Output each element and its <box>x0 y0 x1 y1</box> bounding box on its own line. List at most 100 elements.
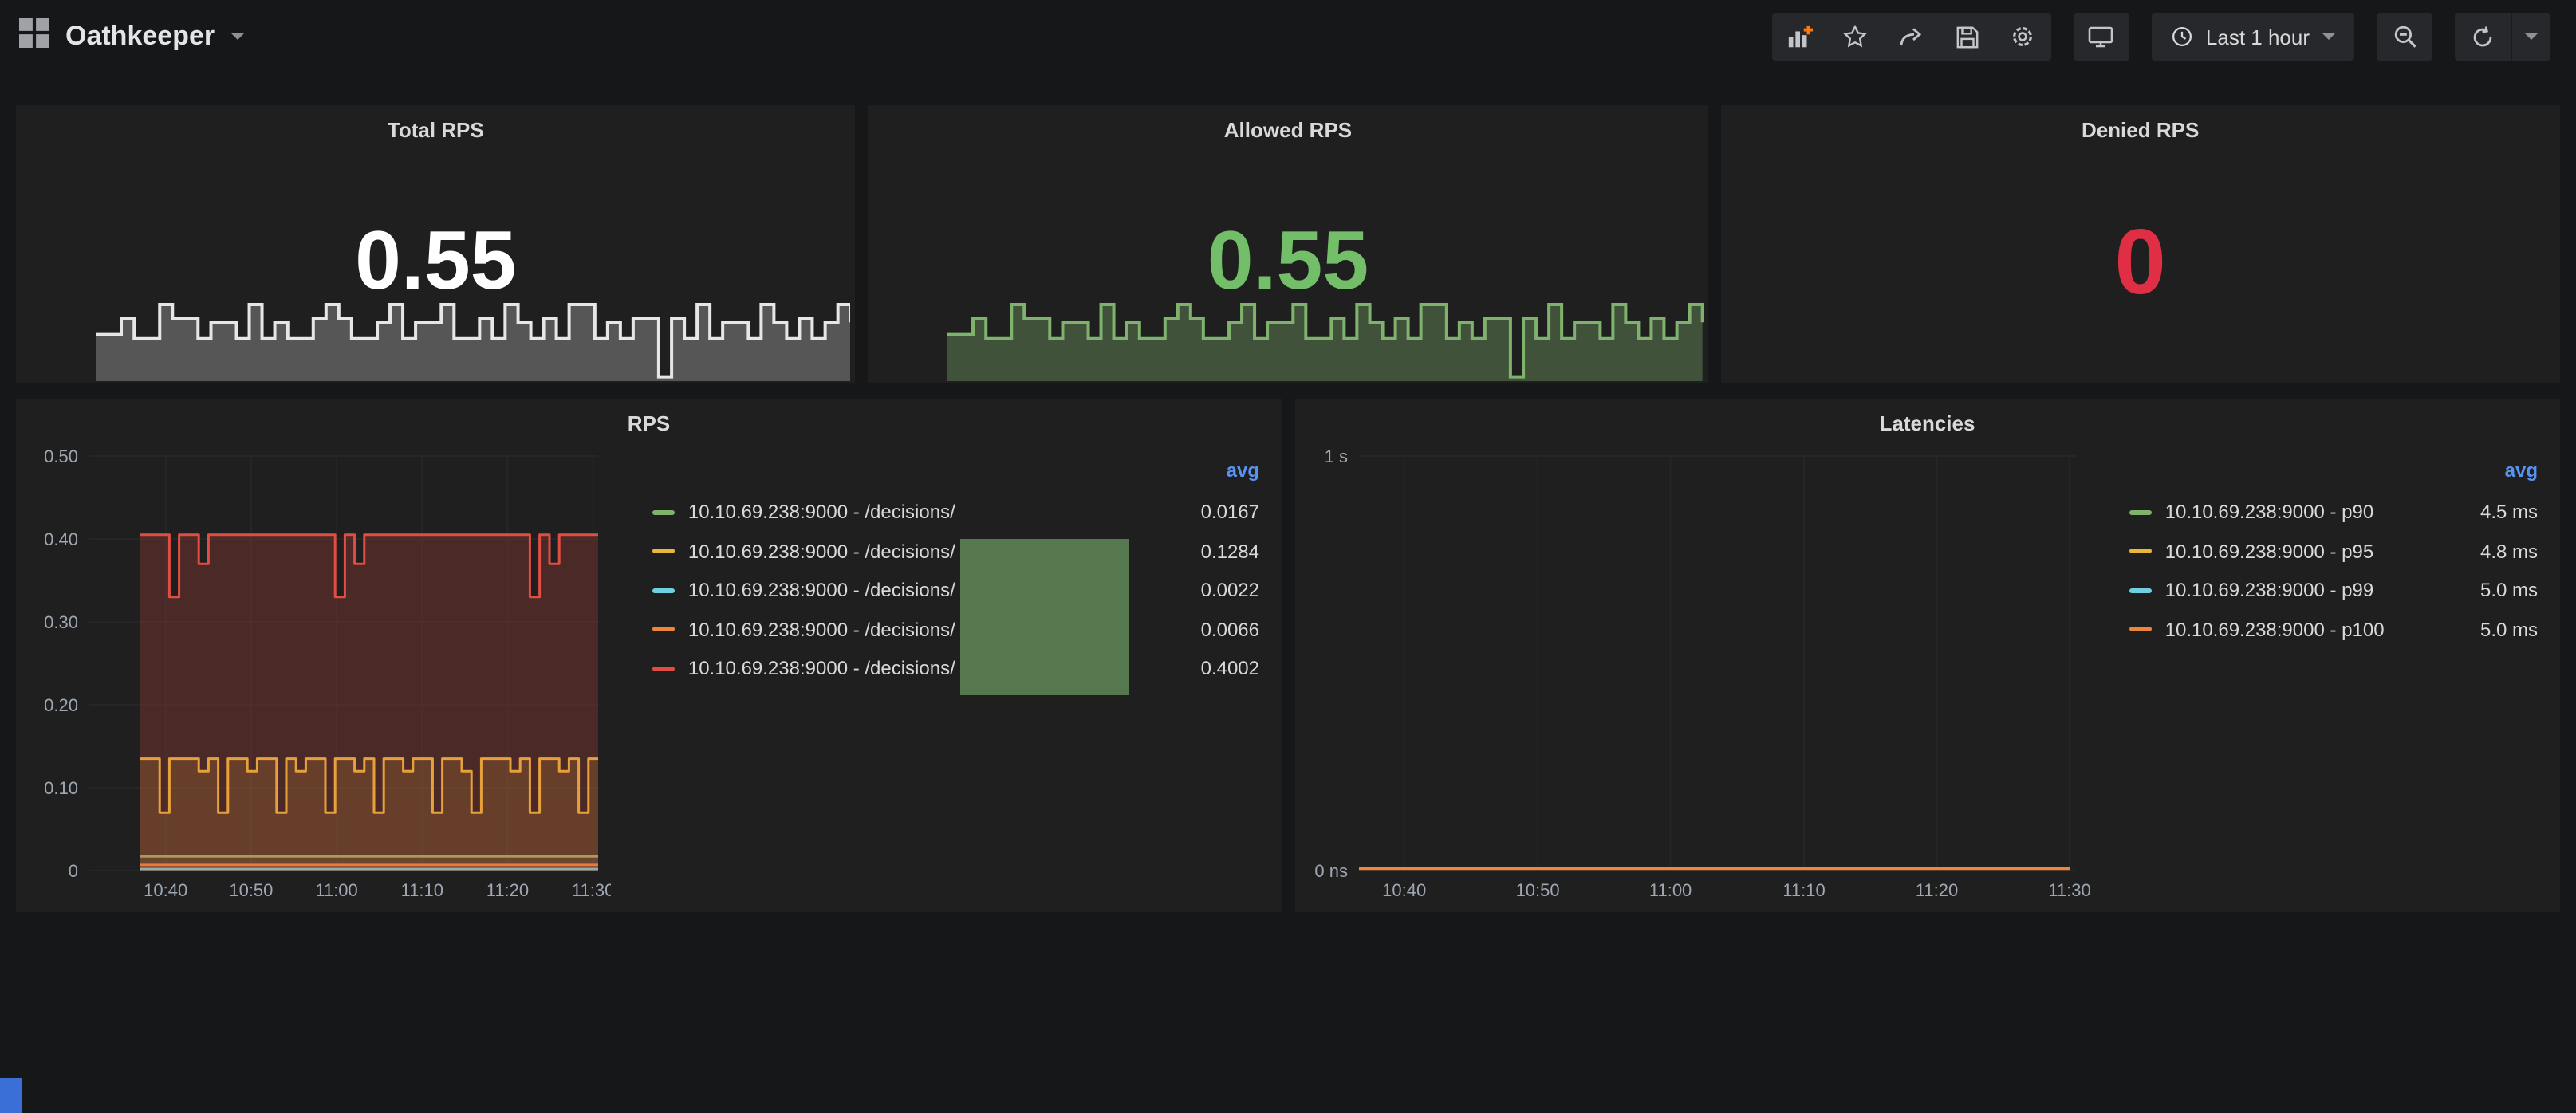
svg-text:11:30: 11:30 <box>2047 880 2089 900</box>
series-name[interactable]: 10.10.69.238:9000 - p100 <box>2165 619 2436 641</box>
svg-text:0.40: 0.40 <box>44 529 78 549</box>
legend-avg-header[interactable]: avg <box>653 459 1262 493</box>
add-panel-button[interactable] <box>1772 13 1828 61</box>
legend-row: 10.10.69.238:9000 - p1005.0 ms <box>2130 610 2541 649</box>
panel-allowed-rps: Allowed RPS 0.55 <box>869 105 1708 383</box>
time-picker-group: Last 1 hour <box>2152 13 2354 61</box>
panel-title[interactable]: RPS <box>16 411 1282 435</box>
series-color-swatch-icon[interactable] <box>653 667 676 671</box>
svg-text:0 ns: 0 ns <box>1314 861 1347 881</box>
add-panel-icon <box>1786 23 1814 50</box>
panel-title[interactable]: Denied RPS <box>1720 118 2560 142</box>
legend-row: 10.10.69.238:9000 - /decisions/0.0022 <box>653 571 1262 610</box>
grafana-dashboard: Oathkeeper <box>0 0 2576 1113</box>
svg-text:0: 0 <box>69 861 78 881</box>
panel-title[interactable]: Total RPS <box>16 118 856 142</box>
rps-chart-plot[interactable]: 0 0.10 0.20 0.30 0.40 0.50 10:40 10:50 11:00 11:1… <box>29 443 612 906</box>
series-avg-value: 0.0022 <box>1157 580 1262 602</box>
svg-text:11:30: 11:30 <box>572 880 611 900</box>
share-icon <box>1899 24 1924 49</box>
zoom-out-group <box>2377 13 2432 61</box>
panel-latencies: Latencies 0 ns1 s10:4010:5011:0011:1011:… <box>1294 399 2560 912</box>
tv-mode-button[interactable] <box>2074 13 2129 61</box>
allowed-rps-value: 0.55 <box>869 220 1708 303</box>
tv-mode-group <box>2074 13 2129 61</box>
series-color-swatch-icon[interactable] <box>653 510 676 515</box>
svg-text:0.10: 0.10 <box>44 778 78 798</box>
refresh-button[interactable] <box>2455 13 2511 61</box>
legend-row: 10.10.69.238:9000 - /decisions/0.0167 <box>653 493 1262 532</box>
series-avg-value: 0.4002 <box>1157 658 1262 680</box>
series-color-swatch-icon[interactable] <box>2130 549 2153 554</box>
svg-text:11:00: 11:00 <box>1648 880 1691 900</box>
panel-title[interactable]: Latencies <box>1294 411 2560 435</box>
refresh-group <box>2455 13 2550 61</box>
dashboard-actions-group <box>1772 13 2051 61</box>
panel-title[interactable]: Allowed RPS <box>869 118 1708 142</box>
monitor-icon <box>2089 24 2114 49</box>
series-color-swatch-icon[interactable] <box>653 627 676 632</box>
refresh-caret-down-icon <box>2525 33 2538 40</box>
apps-grid-icon[interactable] <box>19 18 49 56</box>
series-avg-value: 0.0066 <box>1157 619 1262 641</box>
legend-row: 10.10.69.238:9000 - p995.0 ms <box>2130 571 2541 610</box>
series-name[interactable]: 10.10.69.238:9000 - p95 <box>2165 541 2436 563</box>
top-navbar: Oathkeeper <box>0 0 2576 73</box>
svg-text:11:20: 11:20 <box>1915 880 1957 900</box>
legend-row: 10.10.69.238:9000 - p904.5 ms <box>2130 493 2541 532</box>
svg-text:10:50: 10:50 <box>1515 880 1559 900</box>
legend-row: 10.10.69.238:9000 - p954.8 ms <box>2130 532 2541 571</box>
svg-text:0.50: 0.50 <box>44 446 78 466</box>
svg-text:11:10: 11:10 <box>1782 880 1824 900</box>
refresh-interval-button[interactable] <box>2512 13 2550 61</box>
svg-text:11:00: 11:00 <box>315 880 357 900</box>
series-avg-value: 5.0 ms <box>2436 580 2541 602</box>
series-avg-value: 4.8 ms <box>2436 541 2541 563</box>
dashboard-title[interactable]: Oathkeeper <box>65 21 215 53</box>
settings-button[interactable] <box>1995 13 2051 61</box>
latencies-legend: avg10.10.69.238:9000 - p904.5 ms10.10.69… <box>2089 443 2547 906</box>
share-button[interactable] <box>1884 13 1940 61</box>
series-color-swatch-icon[interactable] <box>2130 510 2153 515</box>
series-avg-value: 0.1284 <box>1157 541 1262 563</box>
clock-icon <box>2171 26 2193 48</box>
legend-avg-header[interactable]: avg <box>2130 459 2541 493</box>
refresh-icon <box>2471 25 2495 49</box>
zoom-out-button[interactable] <box>2377 13 2432 61</box>
bottom-left-blue-accent <box>0 1078 22 1113</box>
panel-denied-rps: Denied RPS 0 <box>1720 105 2560 383</box>
series-color-swatch-icon[interactable] <box>2130 588 2153 593</box>
series-name[interactable]: 10.10.69.238:9000 - /decisions/ <box>688 501 1157 524</box>
svg-text:11:10: 11:10 <box>401 880 443 900</box>
green-overlay-box <box>960 539 1129 695</box>
series-avg-value: 0.0167 <box>1157 501 1262 524</box>
latencies-chart-plot[interactable]: 0 ns1 s10:4010:5011:0011:1011:2011:30 <box>1307 443 2089 906</box>
series-color-swatch-icon[interactable] <box>653 588 676 593</box>
time-range-button[interactable]: Last 1 hour <box>2152 13 2354 61</box>
save-button[interactable] <box>1940 13 1995 61</box>
rps-legend: avg10.10.69.238:9000 - /decisions/0.0167… <box>612 443 1269 906</box>
series-name[interactable]: 10.10.69.238:9000 - p90 <box>2165 501 2436 524</box>
zoom-out-icon <box>2392 24 2417 49</box>
legend-row: 10.10.69.238:9000 - /decisions/0.1284 <box>653 532 1262 571</box>
star-button[interactable] <box>1828 13 1884 61</box>
gear-icon <box>2011 24 2036 49</box>
time-range-caret-down-icon <box>2322 33 2335 40</box>
star-icon <box>1843 24 1869 49</box>
svg-text:1 s: 1 s <box>1324 446 1347 466</box>
svg-text:0.30: 0.30 <box>44 612 78 632</box>
series-avg-value: 5.0 ms <box>2436 619 2541 641</box>
svg-text:10:40: 10:40 <box>144 880 187 900</box>
series-avg-value: 4.5 ms <box>2436 501 2541 524</box>
save-icon <box>1956 25 1979 49</box>
panel-rps: RPS 0 0.10 0.20 0.30 0.40 0.50 10:40 10:50 11:00… <box>16 399 1282 912</box>
time-range-label: Last 1 hour <box>2206 25 2310 49</box>
series-name[interactable]: 10.10.69.238:9000 - p99 <box>2165 580 2436 602</box>
dashboard-caret-down-icon[interactable] <box>230 33 243 40</box>
svg-text:10:50: 10:50 <box>229 880 273 900</box>
svg-text:0.20: 0.20 <box>44 695 78 715</box>
svg-text:11:20: 11:20 <box>486 880 529 900</box>
legend-row: 10.10.69.238:9000 - /decisions/0.4002 <box>653 649 1262 688</box>
series-color-swatch-icon[interactable] <box>2130 627 2153 632</box>
series-color-swatch-icon[interactable] <box>653 549 676 554</box>
